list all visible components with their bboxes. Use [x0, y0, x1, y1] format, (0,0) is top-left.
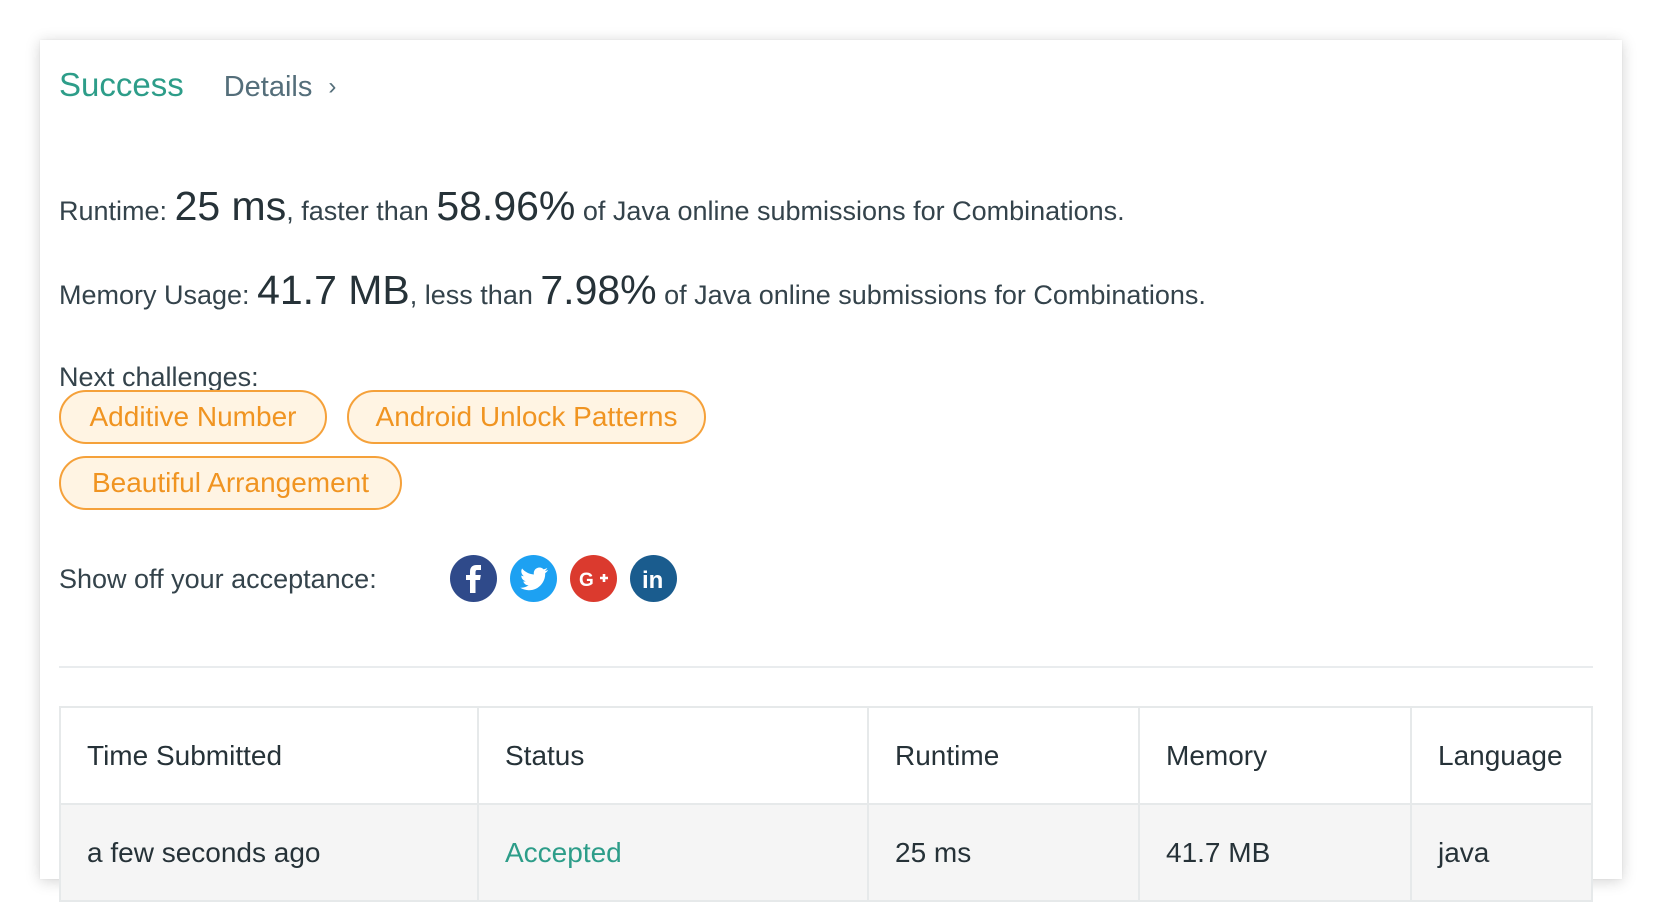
cell-runtime: 25 ms — [869, 805, 1140, 900]
runtime-stat: Runtime: 25 ms, faster than 58.96% of Ja… — [59, 183, 1125, 230]
runtime-value: 25 ms — [174, 183, 287, 229]
column-header-time-submitted: Time Submitted — [61, 708, 479, 803]
column-header-memory: Memory — [1140, 708, 1412, 803]
google-plus-icon[interactable]: G — [570, 555, 617, 602]
share-label: Show off your acceptance: — [59, 564, 377, 594]
table-header-row: Time Submitted Status Runtime Memory Lan… — [61, 708, 1591, 805]
challenge-tag-android-unlock-patterns[interactable]: Android Unlock Patterns — [347, 390, 706, 444]
twitter-icon[interactable] — [510, 555, 557, 602]
linkedin-icon[interactable]: in — [630, 555, 677, 602]
memory-suffix: of Java online submissions for Combinati… — [664, 280, 1206, 310]
details-link[interactable]: Details › — [224, 71, 337, 104]
memory-percent: 7.98% — [540, 267, 657, 313]
svg-text:G: G — [579, 570, 594, 589]
submissions-table: Time Submitted Status Runtime Memory Lan… — [59, 706, 1593, 902]
runtime-suffix: of Java online submissions for Combinati… — [582, 196, 1125, 226]
cell-memory: 41.7 MB — [1140, 805, 1412, 900]
table-row: a few seconds ago Accepted 25 ms 41.7 MB… — [61, 805, 1591, 900]
challenge-tag-additive-number[interactable]: Additive Number — [59, 390, 327, 444]
status-accepted-link[interactable]: Accepted — [505, 837, 622, 869]
facebook-icon[interactable] — [450, 555, 497, 602]
runtime-label: Runtime: — [59, 196, 168, 226]
runtime-comparison: , faster than — [286, 196, 429, 226]
cell-time-submitted: a few seconds ago — [61, 805, 479, 900]
submission-result-card: Success Details › Runtime: 25 ms, faster… — [40, 40, 1622, 902]
next-challenges-label: Next challenges: — [59, 362, 259, 392]
svg-text:in: in — [642, 567, 663, 592]
chevron-right-icon: › — [328, 72, 337, 100]
result-header: Success Details › — [59, 66, 336, 104]
memory-value: 41.7 MB — [257, 267, 410, 313]
cell-status: Accepted — [479, 805, 869, 900]
memory-stat: Memory Usage: 41.7 MB, less than 7.98% o… — [59, 267, 1206, 314]
memory-label: Memory Usage: — [59, 280, 250, 310]
runtime-percent: 58.96% — [436, 183, 576, 229]
memory-comparison: , less than — [409, 280, 533, 310]
status-success: Success — [59, 66, 184, 103]
column-header-status: Status — [479, 708, 869, 803]
column-header-runtime: Runtime — [869, 708, 1140, 803]
column-header-language: Language — [1438, 739, 1563, 771]
challenge-tag-beautiful-arrangement[interactable]: Beautiful Arrangement — [59, 456, 402, 510]
section-divider — [59, 666, 1593, 668]
cell-language: java — [1438, 836, 1490, 868]
details-label: Details — [223, 71, 313, 103]
